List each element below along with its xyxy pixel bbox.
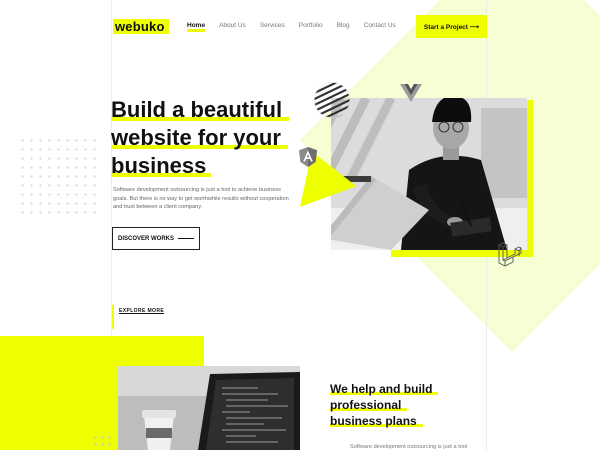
person-at-laptop-illustration: [331, 98, 527, 250]
nav-item-contact-us[interactable]: Contact Us: [364, 22, 396, 29]
section-title-line: professional: [330, 398, 408, 412]
angular-icon: [299, 147, 317, 172]
vue-icon: [400, 84, 422, 107]
hero-description: Software development outsourcing is just…: [113, 187, 289, 210]
landing-page: webuko Home About Us Services Portfolio …: [0, 0, 600, 450]
section-title-line: business plans: [330, 414, 423, 428]
section-title-line: We help and build: [330, 382, 439, 396]
hero-title-line: business: [111, 152, 311, 180]
explore-indicator: [112, 305, 114, 329]
coding-workspace-photo: [118, 366, 300, 450]
nav-item-blog[interactable]: Blog: [337, 22, 350, 29]
hero-photo: [331, 98, 527, 250]
dot-pattern: [18, 136, 98, 216]
start-project-button[interactable]: Start a Project ⟶: [416, 15, 487, 38]
section-title: We help and build professional business …: [330, 381, 439, 429]
laravel-icon: [498, 241, 522, 272]
discover-works-label: DISCOVER WORKS: [117, 235, 174, 242]
logo[interactable]: webuko: [113, 19, 169, 34]
laptop-code-illustration: [118, 366, 300, 450]
main-nav: Home About Us Services Portfolio Blog Co…: [187, 22, 410, 32]
nav-item-about-us[interactable]: About Us: [219, 22, 246, 29]
section-description: Software development outsourcing is just…: [350, 444, 468, 450]
striped-sphere-decoration: [314, 82, 350, 118]
nav-item-portfolio[interactable]: Portfolio: [299, 22, 323, 29]
discover-works-button[interactable]: DISCOVER WORKS: [112, 227, 200, 250]
nav-item-services[interactable]: Services: [260, 22, 285, 29]
explore-more-link[interactable]: EXPLORE MORE: [119, 308, 164, 314]
arrow-line-icon: [178, 238, 194, 239]
nav-item-home[interactable]: Home: [187, 22, 206, 32]
hero-title: Build a beautiful website for your busin…: [111, 96, 311, 180]
dot-pattern: [92, 434, 114, 450]
hero-title-line: website for your: [111, 124, 311, 152]
hero-title-line: Build a beautiful: [111, 96, 311, 124]
